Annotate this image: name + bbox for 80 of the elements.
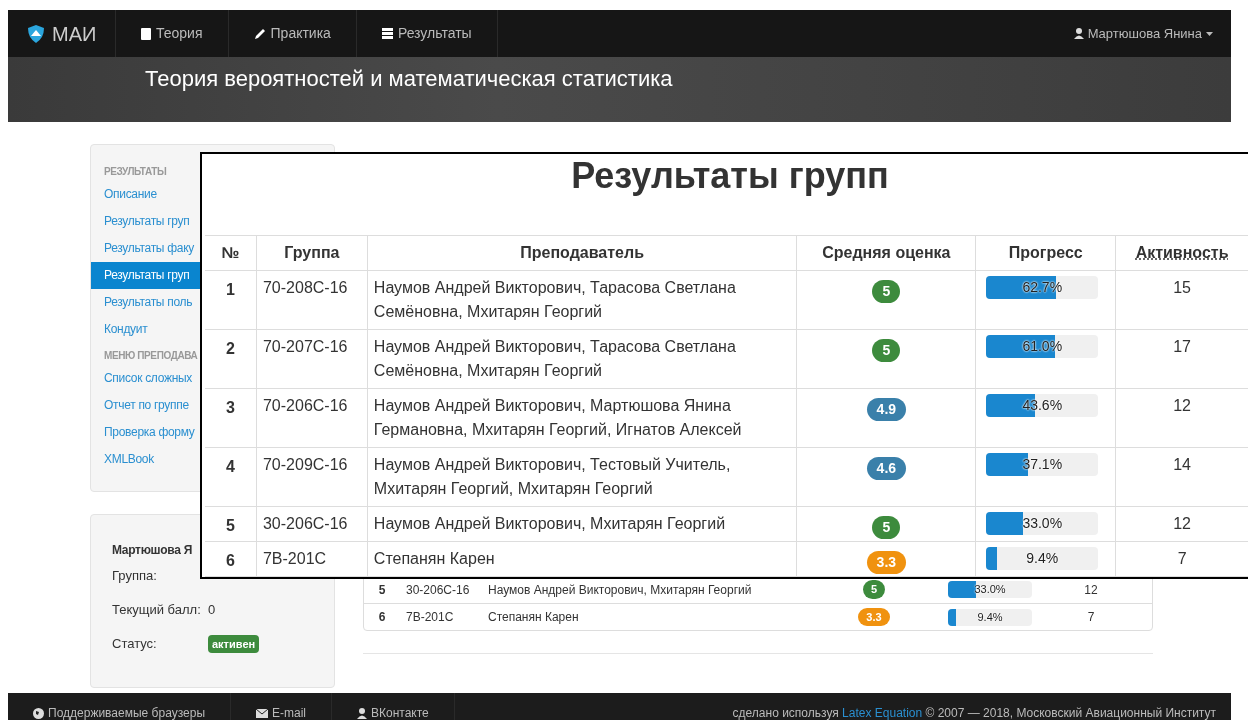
- logo-icon: [26, 23, 46, 44]
- course-title: Теория вероятностей и математическая статистика: [145, 65, 674, 93]
- brand-name: МАИ: [52, 21, 97, 47]
- column-header: №: [220, 243, 241, 263]
- status-badge: активен: [208, 634, 260, 654]
- column-header: Прогресс: [975, 235, 1116, 271]
- footer-link-label: ВКонтакте: [371, 706, 429, 720]
- table-cell: 70-207С-16: [255, 330, 367, 388]
- table-cell: Наумов Андрей Викторович, Мхитарян Георгий: [366, 507, 797, 541]
- grade-badge: 4.9: [866, 398, 907, 421]
- sidebar-heading: МЕНЮ ПРЕПОДАВА: [104, 350, 198, 361]
- grade-badge: 5: [872, 339, 901, 362]
- table-cell-text: 1: [225, 280, 236, 300]
- nav-label: Практика: [270, 24, 331, 43]
- progress-label: 9.4%: [976, 609, 1004, 625]
- grade-badge: 3.3: [866, 551, 907, 574]
- table-cell: 7: [1115, 542, 1248, 576]
- table-cell-text: 2: [225, 339, 236, 359]
- table-cell-text: 30-206С-16: [405, 581, 471, 599]
- table-cell-text: 7В-201С: [405, 609, 455, 626]
- table-cell-text: 4: [225, 457, 236, 477]
- table-cell: 12: [1115, 507, 1248, 541]
- table-cell: Наумов Андрей Викторович, Мартюшова Янина Германовна, Мхитарян Георгий, Игнатов Алексей: [366, 389, 797, 447]
- pencil-icon: [253, 27, 266, 40]
- grade-badge: 5: [862, 580, 886, 599]
- table-cell: 14: [1115, 448, 1248, 506]
- table-cell: 70-209С-16: [255, 448, 367, 506]
- user-name: Мартюшова Янина: [1087, 24, 1202, 43]
- table-cell: 7В-201С: [255, 542, 367, 576]
- table-cell: Степанян Карен: [366, 542, 797, 576]
- footer-link[interactable]: ВКонтакте: [332, 693, 455, 720]
- field-label: Группа:: [112, 567, 158, 586]
- table-cell: 12: [1115, 389, 1248, 447]
- progress-label: 33.0%: [1021, 514, 1064, 533]
- table-cell: Наумов Андрей Викторович, Тарасова Светлана Семёновна, Мхитарян Георгий: [366, 330, 797, 388]
- footer-link-label: E-mail: [272, 706, 307, 720]
- column-header: Преподаватель: [366, 235, 797, 271]
- progress-label: 9.4%: [1025, 549, 1060, 568]
- table-cell-text: 3: [225, 398, 236, 418]
- page-title: Результаты групп: [570, 156, 890, 196]
- nav-label: Теория: [156, 24, 203, 43]
- table-cell-text: 5: [225, 516, 236, 536]
- table-cell: Наумов Андрей Викторович, Тестовый Учитель, Мхитарян Георгий, Мхитарян Георгий: [366, 448, 797, 506]
- sidebar-heading: РЕЗУЛЬТАТЫ: [104, 166, 167, 177]
- table-cell-text: 5: [377, 581, 387, 599]
- table-cell-text: 12: [1083, 581, 1099, 599]
- field-value: 0: [208, 601, 216, 620]
- table-cell: 70-206С-16: [255, 389, 367, 447]
- column-header: Средняя оценка: [796, 235, 976, 271]
- user-icon: [1073, 28, 1084, 39]
- book-icon: [141, 27, 151, 40]
- table-cell-text: Наумов Андрей Викторович, Мхитарян Георгий: [487, 581, 753, 599]
- table-cell-text: 6: [225, 551, 236, 571]
- footer-link[interactable]: Поддерживаемые браузеры: [8, 693, 231, 720]
- profile-name: Мартюшова Я: [112, 543, 192, 557]
- grade-badge: 5: [872, 516, 901, 539]
- caret-icon: [1206, 31, 1213, 36]
- table-cell-text: Степанян Карен: [487, 609, 580, 626]
- table-cell-text: 7: [1086, 609, 1096, 626]
- column-header: Активность: [1115, 235, 1248, 271]
- table-cell: 70-208С-16: [255, 271, 367, 329]
- table-cell-text: 6: [377, 609, 387, 626]
- table-cell: 15: [1115, 271, 1248, 329]
- field-label: Статус:: [112, 635, 158, 654]
- user-menu[interactable]: Мартюшова Янина: [1073, 23, 1231, 44]
- column-header: Группа: [255, 235, 367, 271]
- credit-text: сделано используя Latex Equation © 2007 — 2018, Московский Авиационный Институт: [732, 706, 1217, 720]
- list-icon: [381, 28, 393, 39]
- grade-badge: 3.3: [858, 607, 890, 627]
- footer-link[interactable]: E-mail: [231, 693, 333, 720]
- latex-link[interactable]: Latex Equation: [842, 706, 923, 720]
- footer-link-label: Поддерживаемые браузеры: [48, 706, 205, 720]
- grade-badge: 4.6: [866, 457, 907, 480]
- user-icon: [357, 707, 368, 719]
- field-label: Текущий балл:: [112, 601, 202, 620]
- grade-badge: 5: [872, 280, 901, 303]
- table-cell: 30-206С-16: [255, 507, 367, 541]
- nav-label: Результаты: [397, 24, 472, 43]
- table-cell: 17: [1115, 330, 1248, 388]
- table-cell: Наумов Андрей Викторович, Тарасова Светлана Семёновна, Мхитарян Георгий: [366, 271, 797, 329]
